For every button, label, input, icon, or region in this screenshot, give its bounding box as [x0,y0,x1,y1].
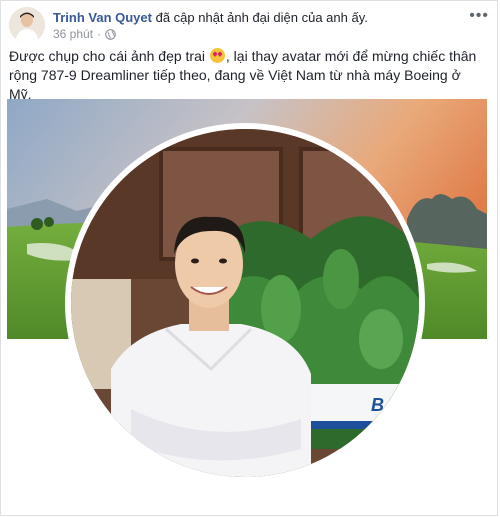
news-feed-post: Trinh Van Quyet đã cập nhật ảnh đại diện… [0,0,498,516]
post-header: Trinh Van Quyet đã cập nhật ảnh đại diện… [9,7,489,43]
heart-eyes-emoji-icon [209,48,225,63]
post-text-part1: Được chụp cho cái ảnh đẹp trai [9,48,205,64]
post-timestamp[interactable]: 36 phút [53,27,93,41]
author-avatar[interactable] [9,7,45,43]
more-options-icon[interactable]: ••• [469,7,489,25]
post-text: Được chụp cho cái ảnh đẹp trai , lại tha… [9,47,487,104]
globe-icon[interactable] [105,28,116,40]
post-title-line: Trinh Van Quyet đã cập nhật ảnh đại diện… [53,10,368,25]
profile-picture-update-media[interactable]: BAM [7,99,487,507]
post-action-text: đã cập nhật ảnh đại diện của anh ấy. [155,10,368,25]
meta-separator: · [97,27,102,41]
profile-photo: BAM [71,129,419,477]
author-name-link[interactable]: Trinh Van Quyet [53,10,152,25]
post-meta: 36 phút · [53,27,116,41]
